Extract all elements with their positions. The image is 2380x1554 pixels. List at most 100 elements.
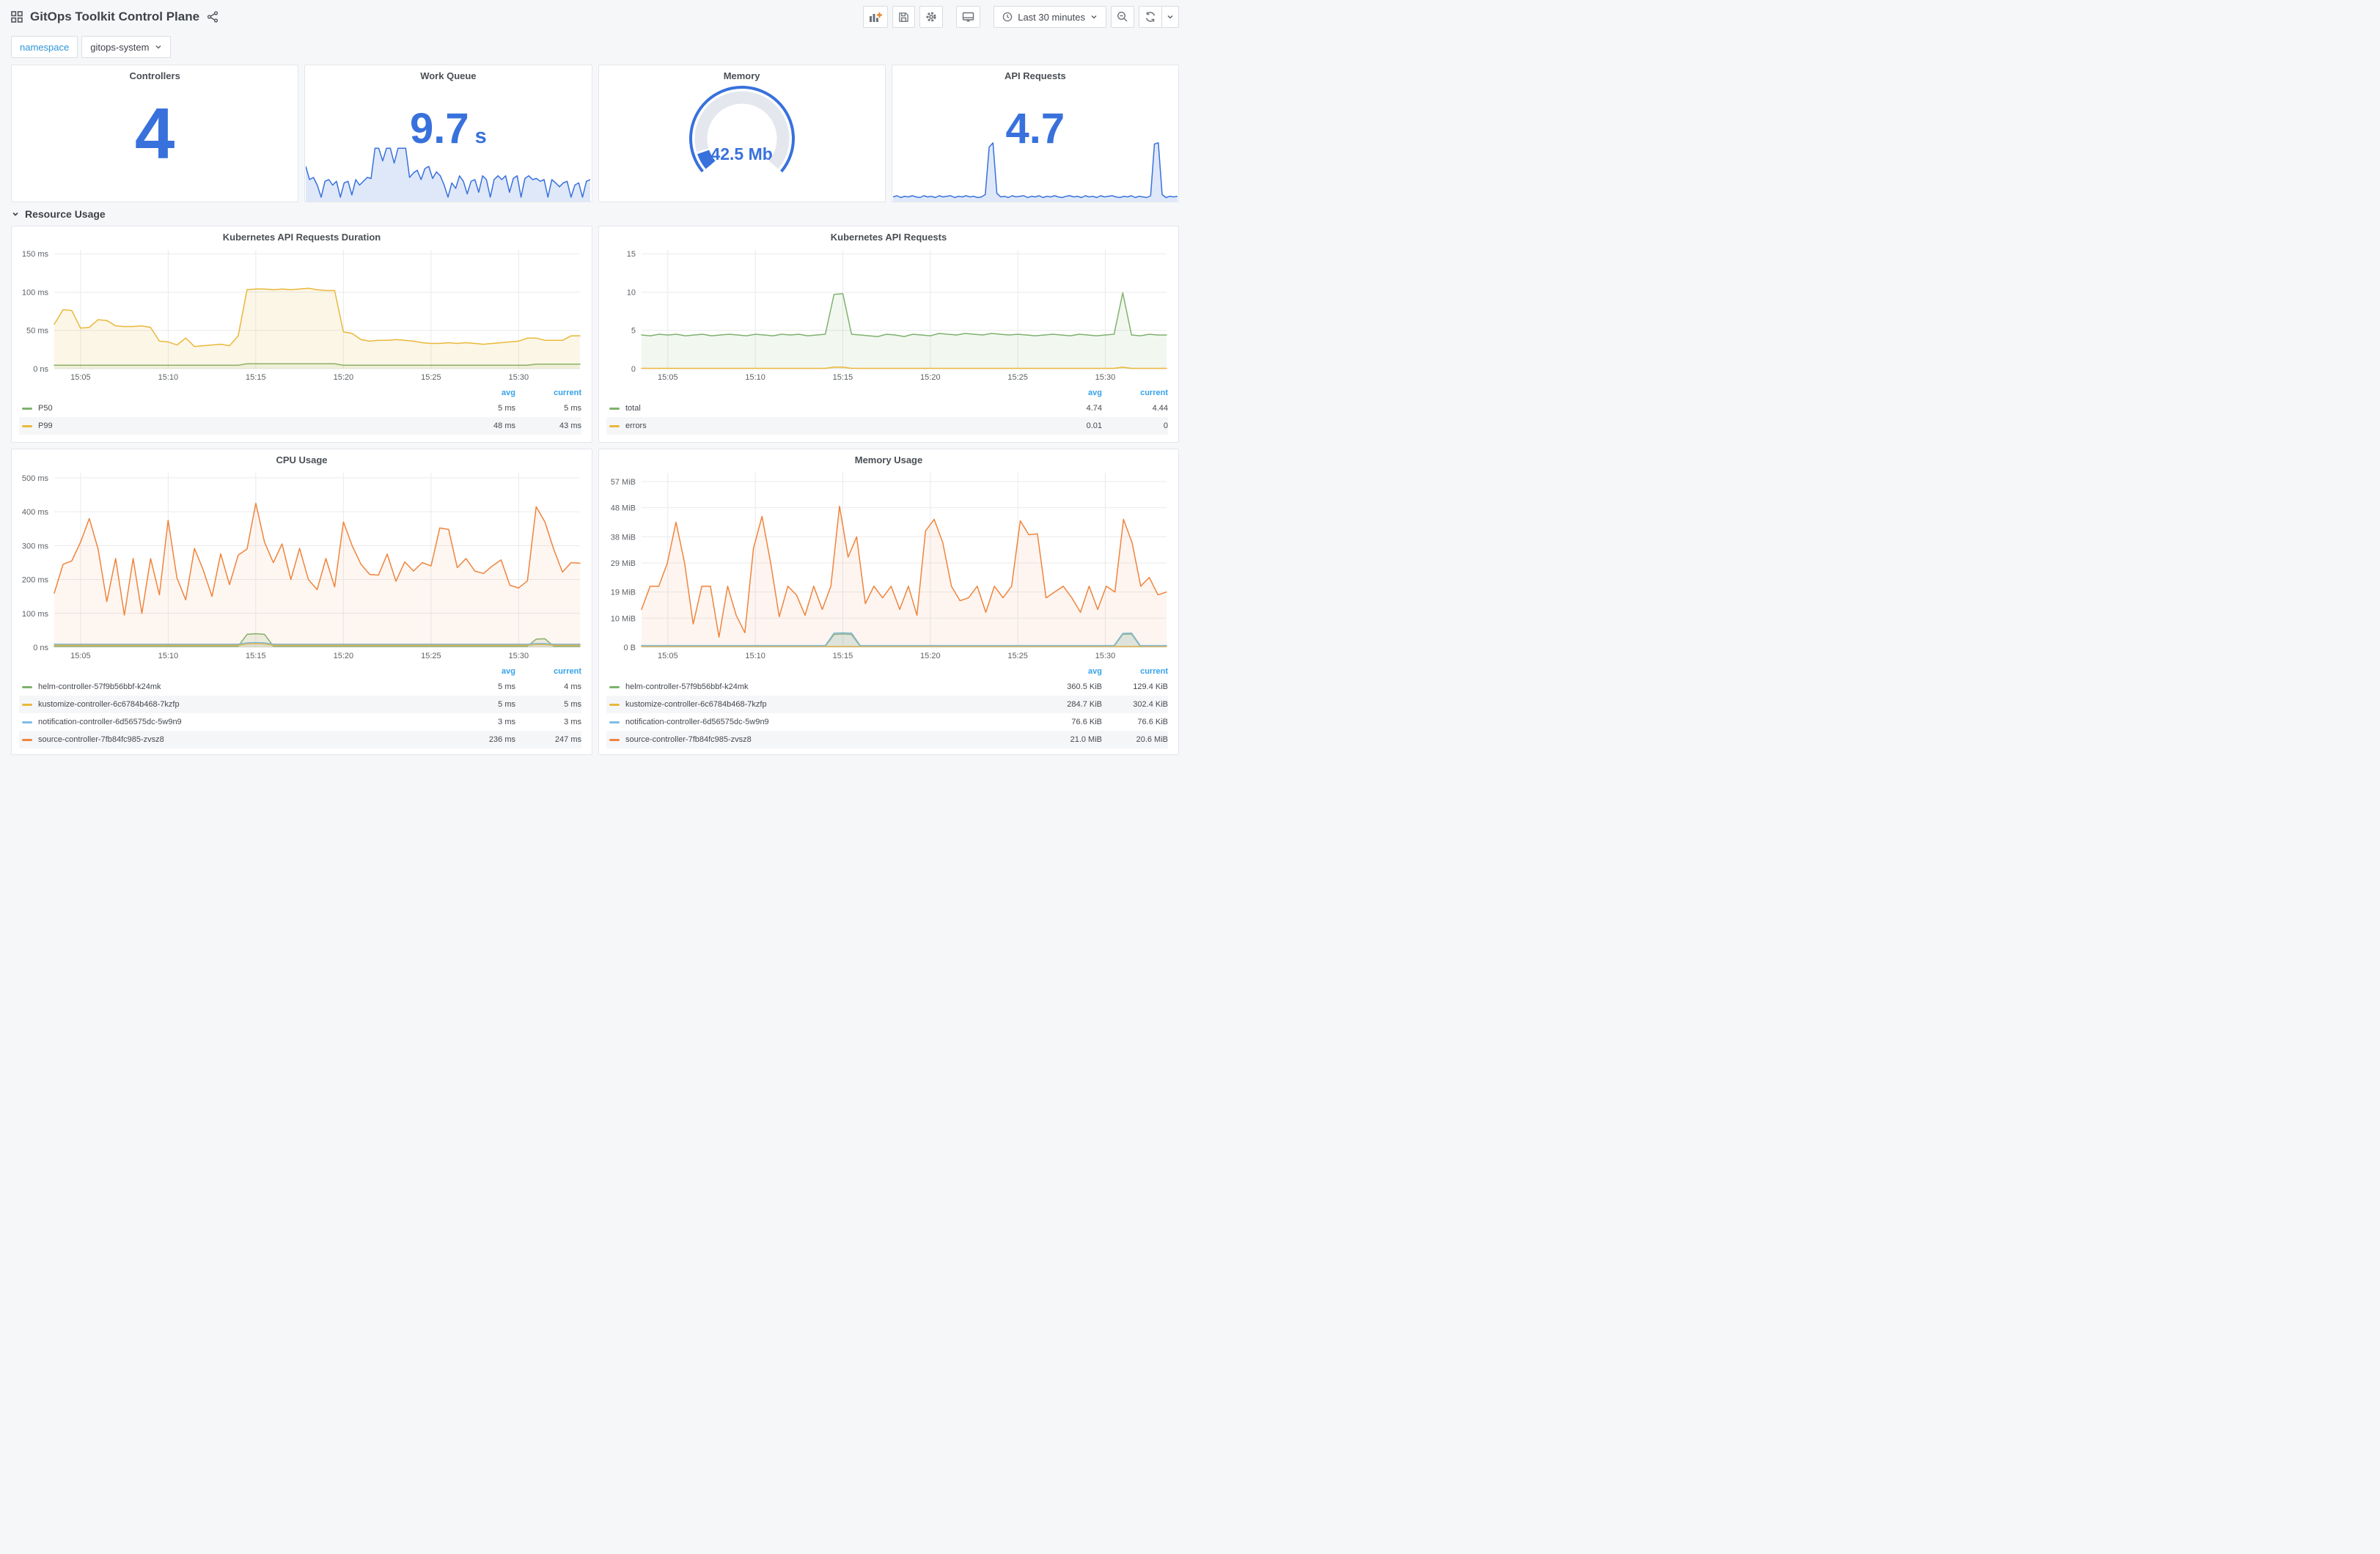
panel-title[interactable]: Controllers: [12, 65, 298, 81]
svg-text:15:15: 15:15: [246, 373, 266, 382]
legend-series-name: notification-controller-6d56575dc-5w9n9: [606, 718, 1036, 726]
time-range-label: Last 30 minutes: [1018, 11, 1085, 23]
svg-text:150 ms: 150 ms: [22, 250, 49, 259]
cycle-view-mode-button[interactable]: [956, 6, 981, 28]
legend-avg-value: 21.0 MiB: [1070, 735, 1102, 744]
legend-rows: P50 5 ms 5 ms P99 48 ms 43 ms: [19, 399, 581, 435]
legend-item[interactable]: P50 5 ms 5 ms: [19, 399, 581, 417]
legend-rows: total 4.74 4.44 errors 0.01 0: [606, 399, 1168, 435]
legend-sort-current[interactable]: current: [1102, 388, 1168, 397]
panel-title[interactable]: Memory Usage: [599, 449, 1178, 465]
legend-series-label: errors: [625, 421, 647, 430]
legend-series-name: source-controller-7fb84fc985-zvsz8: [606, 735, 1036, 744]
legend-current-value: 76.6 KiB: [1137, 718, 1168, 726]
variable-namespace-select[interactable]: gitops-system: [81, 36, 172, 58]
panel-title[interactable]: Memory: [599, 65, 885, 81]
legend-avg-value: 76.6 KiB: [1071, 718, 1102, 726]
svg-text:15:15: 15:15: [246, 652, 266, 660]
legend-series-label: notification-controller-6d56575dc-5w9n9: [625, 718, 769, 726]
time-series-plot[interactable]: 15:05 15:10 15:15 15:20 15:25 15:30 0 5 10 15: [605, 244, 1172, 383]
panel-title[interactable]: Kubernetes API Requests Duration: [12, 227, 592, 243]
legend-item[interactable]: notification-controller-6d56575dc-5w9n9 7…: [606, 713, 1168, 731]
time-range-picker[interactable]: Last 30 minutes: [993, 6, 1106, 28]
legend-sort-current[interactable]: current: [515, 388, 581, 397]
legend-series-label: helm-controller-57f9b56bbf-k24mk: [38, 682, 161, 691]
legend-series-name: P99: [19, 421, 449, 430]
legend-series-name: kustomize-controller-6c6784b468-7kzfp: [606, 700, 1036, 709]
zoom-out-button[interactable]: [1111, 6, 1134, 28]
panel-title[interactable]: Work Queue: [305, 65, 591, 81]
header-toolbar: Last 30 minutes: [863, 6, 1179, 28]
gear-icon: [926, 12, 936, 22]
svg-text:400 ms: 400 ms: [22, 508, 49, 517]
legend-item[interactable]: notification-controller-6d56575dc-5w9n9 3…: [19, 713, 581, 731]
legend-header: avg current: [19, 665, 581, 678]
legend-item[interactable]: kustomize-controller-6c6784b468-7kzfp 284…: [606, 696, 1168, 713]
time-series-plot[interactable]: 15:05 15:10 15:15 15:20 15:25 15:30 0 B 10 MiB 1…: [605, 467, 1172, 662]
svg-text:100 ms: 100 ms: [22, 610, 49, 619]
refresh-icon: [1145, 12, 1156, 22]
dashboard-header: GitOps Toolkit Control Plane Last 30 min…: [11, 0, 1179, 34]
svg-text:15:25: 15:25: [1007, 373, 1028, 382]
chart-legend: avg current P50 5 ms 5 ms P99 48 ms 43 ms: [12, 383, 592, 439]
legend-current-value: 3 ms: [564, 718, 581, 726]
legend-sort-avg[interactable]: avg: [1036, 388, 1102, 397]
panel-controllers: Controllers 4: [11, 65, 299, 202]
legend-item[interactable]: source-controller-7fb84fc985-zvsz8 236 ms…: [19, 731, 581, 748]
legend-sort-current[interactable]: current: [1102, 667, 1168, 676]
header-left: GitOps Toolkit Control Plane: [11, 10, 218, 24]
legend-item[interactable]: helm-controller-57f9b56bbf-k24mk 360.5 Ki…: [606, 678, 1168, 696]
legend-series-name: P50: [19, 404, 449, 413]
chart-legend: avg current total 4.74 4.44 errors 0.01 0: [599, 383, 1178, 439]
legend-swatch-icon: [22, 407, 32, 410]
time-series-plot[interactable]: 15:05 15:10 15:15 15:20 15:25 15:30 0 ns 50 ms 1…: [18, 244, 586, 383]
add-panel-button[interactable]: [863, 6, 889, 28]
legend-sort-avg[interactable]: avg: [449, 667, 515, 676]
refresh-button[interactable]: [1139, 6, 1162, 28]
panel-title[interactable]: Kubernetes API Requests: [599, 227, 1178, 243]
panel-api-requests: API Requests 4.7: [891, 65, 1179, 202]
svg-text:15:25: 15:25: [1007, 652, 1028, 660]
svg-text:15:10: 15:10: [745, 652, 765, 660]
legend-item[interactable]: total 4.74 4.44: [606, 399, 1168, 417]
svg-text:15:05: 15:05: [70, 652, 91, 660]
legend-item[interactable]: kustomize-controller-6c6784b468-7kzfp 5 m…: [19, 696, 581, 713]
svg-text:29 MiB: 29 MiB: [611, 559, 636, 568]
row-resource-usage[interactable]: Resource Usage: [11, 203, 1179, 225]
svg-text:15:20: 15:20: [920, 652, 941, 660]
legend-current-value: 129.4 KiB: [1133, 682, 1168, 691]
dashboard-settings-button[interactable]: [919, 6, 944, 28]
legend-sort-avg[interactable]: avg: [449, 388, 515, 397]
svg-text:300 ms: 300 ms: [22, 542, 49, 550]
legend-item[interactable]: helm-controller-57f9b56bbf-k24mk 5 ms 4 ms: [19, 678, 581, 696]
legend-sort-avg[interactable]: avg: [1036, 667, 1102, 676]
svg-text:38 MiB: 38 MiB: [611, 533, 636, 542]
refresh-button-group: [1139, 6, 1179, 28]
legend-current-value: 5 ms: [564, 404, 581, 413]
chart-canvas: 15:05 15:10 15:15 15:20 15:25 15:30 0 5 10 15: [627, 250, 1167, 382]
svg-text:15:10: 15:10: [158, 652, 179, 660]
legend-item[interactable]: P99 48 ms 43 ms: [19, 417, 581, 435]
legend-current-value: 0: [1163, 421, 1168, 430]
time-series-plot[interactable]: 15:05 15:10 15:15 15:20 15:25 15:30 0 ns 100 ms…: [18, 467, 586, 662]
refresh-interval-button[interactable]: [1161, 6, 1179, 28]
legend-sort-current[interactable]: current: [515, 667, 581, 676]
legend-current-value: 43 ms: [559, 421, 581, 430]
svg-text:10 MiB: 10 MiB: [611, 614, 636, 623]
svg-text:15:15: 15:15: [833, 652, 853, 660]
legend-item[interactable]: errors 0.01 0: [606, 417, 1168, 435]
panel-title[interactable]: CPU Usage: [12, 449, 592, 465]
legend-current-value: 247 ms: [554, 735, 581, 744]
chart-canvas: 15:05 15:10 15:15 15:20 15:25 15:30 0 B 10 MiB 1…: [611, 473, 1167, 660]
legend-rows: helm-controller-57f9b56bbf-k24mk 5 ms 4 ms…: [19, 678, 581, 748]
memory-gauge-wrap: 42.5 Mb: [599, 81, 885, 202]
svg-text:0 ns: 0 ns: [33, 644, 48, 652]
svg-text:15:20: 15:20: [920, 373, 941, 382]
legend-series-name: errors: [606, 421, 1036, 430]
legend-item[interactable]: source-controller-7fb84fc985-zvsz8 21.0 M…: [606, 731, 1168, 748]
variable-namespace-value: gitops-system: [90, 41, 150, 53]
panel-title[interactable]: API Requests: [892, 65, 1178, 81]
legend-swatch-icon: [609, 738, 620, 741]
share-icon[interactable]: [207, 11, 218, 23]
save-dashboard-button[interactable]: [892, 6, 916, 28]
